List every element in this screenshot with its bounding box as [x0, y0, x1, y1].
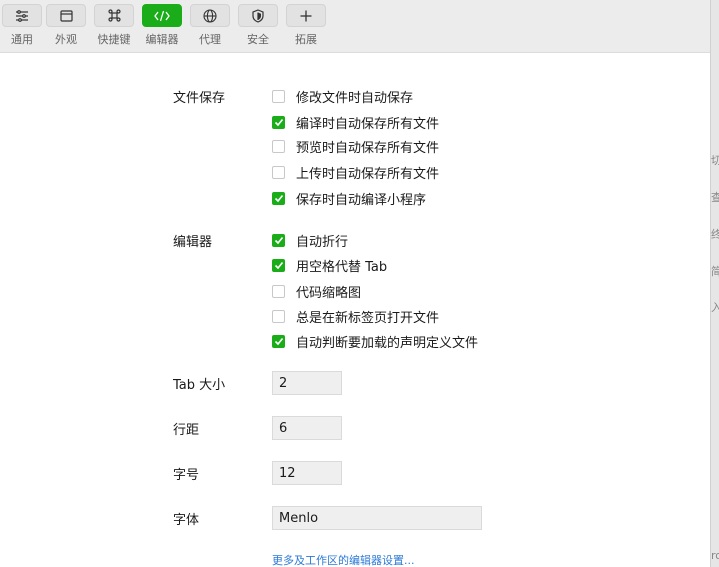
checkmark-icon — [274, 261, 283, 269]
preferences-toolbar: 通用 外观 快捷键 编辑器 代理 安全 拓展 — [0, 0, 710, 53]
editor-button[interactable] — [142, 4, 182, 27]
tab-general[interactable]: 通用 — [0, 4, 44, 47]
option-label: 自动折行 — [296, 234, 349, 250]
checkmark-icon — [274, 118, 283, 126]
tab-extensions-label: 拓展 — [295, 33, 317, 46]
checkbox[interactable] — [272, 334, 285, 348]
checkbox[interactable] — [272, 139, 285, 153]
file-save-label: 文件保存 — [173, 91, 226, 106]
option-label: 预览时自动保存所有文件 — [296, 140, 440, 156]
background-text: ro — [711, 549, 719, 562]
extensions-button[interactable] — [286, 4, 326, 27]
option-label: 修改文件时自动保存 — [296, 90, 414, 106]
tab-general-label: 通用 — [11, 33, 33, 46]
background-text: 简 — [711, 263, 719, 279]
option-save-on-compile[interactable]: 编译时自动保存所有文件 — [272, 113, 440, 132]
editor-settings-panel: 文件保存 修改文件时自动保存 编译时自动保存所有文件 预览时自动保存所有文件 上… — [0, 54, 710, 567]
tab-security-label: 安全 — [247, 33, 269, 46]
option-word-wrap[interactable]: 自动折行 — [272, 231, 349, 250]
option-label: 代码缩略图 — [296, 285, 362, 301]
proxy-button[interactable] — [190, 4, 230, 27]
option-save-on-upload[interactable]: 上传时自动保存所有文件 — [272, 163, 440, 182]
checkmark-icon — [274, 194, 283, 202]
tab-shortcuts-label: 快捷键 — [97, 33, 131, 46]
font-size-input[interactable]: 12 — [272, 461, 342, 485]
option-open-in-new-tab[interactable]: 总是在新标签页打开文件 — [272, 307, 440, 326]
checkbox[interactable] — [272, 115, 285, 129]
font-family-label: 字体 — [173, 513, 200, 528]
option-compile-on-save[interactable]: 保存时自动编译小程序 — [272, 189, 427, 208]
checkbox[interactable] — [272, 258, 285, 272]
option-label: 上传时自动保存所有文件 — [296, 166, 440, 182]
option-auto-load-declarations[interactable]: 自动判断要加载的声明定义文件 — [272, 332, 479, 351]
option-label: 用空格代替 Tab — [296, 259, 388, 275]
checkbox[interactable] — [272, 165, 285, 179]
tab-proxy-label: 代理 — [199, 33, 221, 46]
background-text: 入 — [711, 299, 719, 315]
line-height-input[interactable]: 6 — [272, 416, 342, 440]
tab-security[interactable]: 安全 — [236, 4, 280, 47]
option-label: 保存时自动编译小程序 — [296, 192, 427, 208]
tab-shortcuts[interactable]: 快捷键 — [92, 4, 136, 47]
tab-editor[interactable]: 编辑器 — [140, 4, 184, 47]
checkbox[interactable] — [272, 309, 285, 323]
tab-extensions[interactable]: 拓展 — [284, 4, 328, 47]
option-save-on-preview[interactable]: 预览时自动保存所有文件 — [272, 137, 440, 156]
security-button[interactable] — [238, 4, 278, 27]
checkmark-icon — [274, 337, 283, 345]
option-spaces-for-tab[interactable]: 用空格代替 Tab — [272, 256, 388, 275]
option-autosave-on-modify[interactable]: 修改文件时自动保存 — [272, 87, 414, 106]
general-button[interactable] — [2, 4, 42, 27]
tab-size-label: Tab 大小 — [173, 378, 226, 393]
tab-size-input[interactable]: 2 — [272, 371, 342, 395]
plus-icon — [300, 10, 312, 21]
editor-section-label: 编辑器 — [173, 235, 213, 250]
globe-icon — [203, 8, 217, 23]
window-icon — [59, 9, 73, 22]
option-label: 编译时自动保存所有文件 — [296, 116, 440, 132]
option-label: 自动判断要加载的声明定义文件 — [296, 335, 479, 351]
shortcuts-button[interactable] — [94, 4, 134, 27]
command-icon — [107, 9, 121, 22]
more-editor-settings-link[interactable]: 更多及工作区的编辑器设置... — [272, 552, 415, 567]
line-height-label: 行距 — [173, 423, 200, 438]
shield-icon — [252, 8, 264, 23]
background-text: 查 — [711, 189, 719, 205]
option-label: 总是在新标签页打开文件 — [296, 310, 440, 326]
font-family-input[interactable]: Menlo — [272, 506, 482, 530]
option-minimap[interactable]: 代码缩略图 — [272, 282, 362, 301]
checkmark-icon — [274, 236, 283, 244]
sliders-icon — [16, 9, 28, 22]
tab-editor-label: 编辑器 — [145, 33, 179, 46]
checkbox[interactable] — [272, 284, 285, 298]
checkbox[interactable] — [272, 233, 285, 247]
tab-appearance-label: 外观 — [55, 33, 77, 46]
font-size-label: 字号 — [173, 468, 200, 483]
code-icon — [154, 10, 170, 21]
checkbox[interactable] — [272, 89, 285, 103]
background-text: 切 — [711, 152, 719, 168]
tab-proxy[interactable]: 代理 — [188, 4, 232, 47]
tab-appearance[interactable]: 外观 — [44, 4, 88, 47]
checkbox[interactable] — [272, 191, 285, 205]
background-window-edge: 切 查 终 简 入 ro — [710, 0, 719, 567]
background-text: 终 — [711, 226, 719, 242]
appearance-button[interactable] — [46, 4, 86, 27]
